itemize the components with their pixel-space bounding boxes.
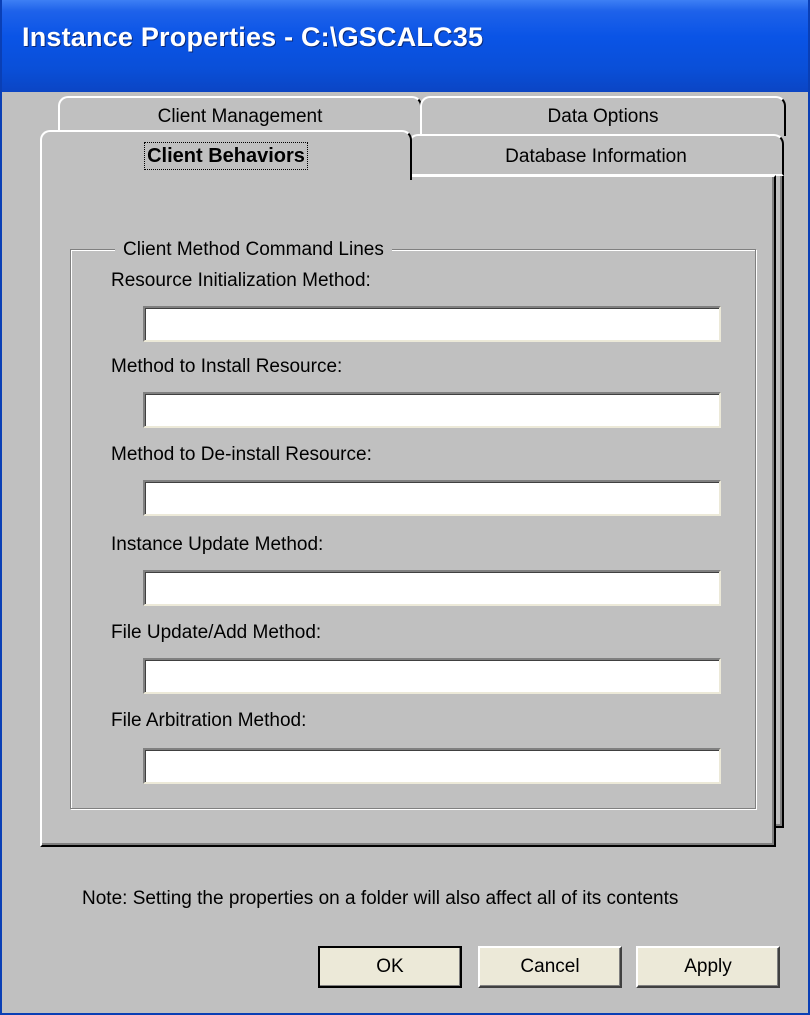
tab-label: Client Behaviors	[144, 142, 308, 170]
file-arbitration-input[interactable]	[143, 748, 721, 784]
file-update-add-label: File Update/Add Method:	[111, 622, 322, 643]
file-update-add-input[interactable]	[143, 658, 721, 694]
instance-update-label: Instance Update Method:	[111, 534, 324, 555]
deinstall-resource-input[interactable]	[143, 480, 721, 516]
tab-database-information[interactable]: Database Information	[408, 134, 784, 176]
window-title: Instance Properties - C:\GSCALC35	[22, 22, 484, 52]
ok-button[interactable]: OK	[318, 946, 462, 988]
install-resource-label: Method to Install Resource:	[111, 356, 343, 377]
instance-update-input[interactable]	[143, 570, 721, 606]
properties-dialog: Instance Properties - C:\GSCALC35 Client…	[0, 0, 810, 1015]
install-resource-input[interactable]	[143, 392, 721, 428]
group-legend: Client Method Command Lines	[115, 239, 392, 261]
cancel-button[interactable]: Cancel	[478, 946, 622, 988]
apply-button[interactable]: Apply	[636, 946, 780, 988]
folder-note: Note: Setting the properties on a folder…	[82, 888, 679, 909]
resource-initialization-label: Resource Initialization Method:	[111, 270, 371, 291]
tab-label: Data Options	[547, 106, 659, 127]
file-arbitration-label: File Arbitration Method:	[111, 710, 307, 731]
client-method-command-lines-group: Client Method Command Lines Resource Ini…	[70, 239, 756, 809]
tab-data-options[interactable]: Data Options	[420, 96, 786, 136]
deinstall-resource-label: Method to De-install Resource:	[111, 444, 372, 465]
tab-client-behaviors[interactable]: Client Behaviors	[40, 130, 412, 180]
tab-label: Client Management	[157, 106, 323, 127]
tab-page-client-behaviors: Client Method Command Lines Resource Ini…	[40, 175, 776, 847]
resource-initialization-input[interactable]	[143, 306, 721, 342]
title-bar[interactable]: Instance Properties - C:\GSCALC35	[2, 0, 808, 92]
tab-label: Database Information	[505, 146, 687, 167]
